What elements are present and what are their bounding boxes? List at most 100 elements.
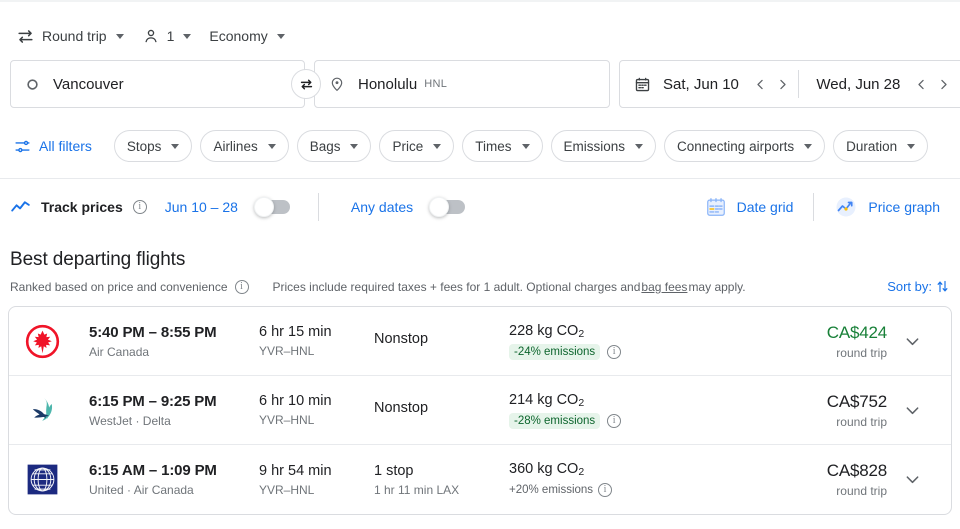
table-row[interactable]: 5:40 PM – 8:55 PM Air Canada 6 hr 15 min… [9,307,951,376]
chevron-left-icon [918,79,924,89]
departure-date-next-button[interactable] [771,71,793,97]
track-prices-label: Track prices [41,199,123,215]
emissions-subscript: 2 [578,327,585,340]
table-row[interactable]: 6:15 AM – 1:09 PM United · Air Canada 9 … [9,445,951,514]
emissions-badge-row: -24% emissions i [509,343,769,360]
chip-label: Price [392,138,424,154]
flight-results-list: 5:40 PM – 8:55 PM Air Canada 6 hr 15 min… [8,306,952,515]
filter-chip-emissions[interactable]: Emissions [550,130,657,162]
origin-value: Vancouver [53,75,124,93]
results-subline: Ranked based on price and convenience i … [10,279,950,294]
date-grid-icon [705,196,727,218]
flight-expand-cell [887,324,937,358]
swap-origin-destination-button[interactable] [291,69,321,99]
filter-chip-price[interactable]: Price [379,130,455,162]
filters-bar: All filters Stops Airlines Bags Price Ti… [0,114,960,162]
track-prices-group: Track prices i Jun 10 – 28 Any dates [10,193,466,221]
filter-chip-airlines[interactable]: Airlines [200,130,289,162]
sort-arrows-icon [935,279,950,294]
flight-price-cell: CA$424 round trip [769,323,887,360]
cabin-class-label: Economy [209,28,268,44]
all-filters-button[interactable]: All filters [10,132,100,161]
chip-label: Airlines [213,138,258,154]
emissions-badge-row: -28% emissions i [509,412,769,429]
chevron-down-icon [906,406,918,414]
expand-flight-button[interactable] [895,393,929,427]
flight-carrier: Air Canada [89,344,150,359]
chip-label: Bags [309,138,341,154]
passengers-selector[interactable]: 1 [136,22,198,50]
toggle-knob [429,197,450,217]
expand-flight-button[interactable] [895,324,929,358]
origin-field[interactable]: Vancouver [10,60,305,108]
flight-emissions-cell: 360 kg CO2 +20% emissions i [509,461,769,498]
map-pin-icon [329,76,345,92]
window-top-edge [0,0,960,2]
chip-label: Stops [126,138,162,154]
chevron-down-icon [171,143,180,149]
flight-price-type: round trip [836,414,887,429]
flight-emissions-cell: 214 kg CO2 -28% emissions i [509,392,769,429]
destination-field[interactable]: Honolulu HNL [314,60,610,108]
table-row[interactable]: 6:15 PM – 9:25 PM WestJet · Delta 6 hr 1… [9,376,951,445]
flight-route: YVR–HNL [259,413,315,427]
swap-arrows-icon [300,79,312,89]
emissions-subscript: 2 [578,396,585,409]
return-date-prev-button[interactable] [910,71,932,97]
passenger-count-label: 1 [166,28,175,44]
ranked-info-icon[interactable]: i [234,279,249,294]
flight-stops-cell: Nonstop [374,331,509,351]
any-dates-toggle[interactable] [429,197,466,217]
origin-destination-pair: Vancouver Honolulu HNL [10,60,610,108]
date-grid-button[interactable]: Date grid [695,190,804,224]
tools-divider [813,193,815,221]
price-graph-button[interactable]: Price graph [824,189,950,225]
price-note-suffix: may apply. [688,279,746,294]
circle-outline-icon [25,77,40,92]
filter-chip-stops[interactable]: Stops [113,130,193,162]
bag-fees-link[interactable]: bag fees [641,280,687,294]
flight-times: 5:40 PM – 8:55 PM [89,323,217,341]
emissions-info-icon[interactable]: i [598,483,613,497]
results-header: Best departing flights Ranked based on p… [0,235,960,294]
flight-stops-cell: Nonstop [374,400,509,420]
sort-by-button[interactable]: Sort by: [887,279,950,294]
price-note-prefix: Prices include required taxes + fees for… [272,279,641,294]
flight-expand-cell [887,463,937,497]
flight-carrier: WestJet · Delta [89,413,171,428]
airline-logo-cell [25,324,89,359]
flight-duration: 9 hr 54 min [259,462,332,479]
emissions-info-icon[interactable]: i [607,344,622,359]
chip-label: Connecting airports [677,138,795,154]
destination-airport-code: HNL [424,78,448,90]
chevron-down-icon [267,143,276,149]
track-date-range-toggle[interactable] [253,197,290,217]
flight-times-cell: 5:40 PM – 8:55 PM Air Canada [89,324,259,359]
trip-type-selector[interactable]: Round trip [10,22,130,51]
filter-chip-bags[interactable]: Bags [296,130,372,162]
emissions-value: 360 kg CO [509,461,579,477]
emissions-subscript: 2 [578,466,585,478]
flight-stops: 1 stop [374,462,414,479]
chevron-down-icon [635,143,644,149]
emissions-info-icon[interactable]: i [607,413,622,428]
return-date-next-button[interactable] [933,71,955,97]
filter-chip-duration[interactable]: Duration [833,130,929,162]
cabin-class-selector[interactable]: Economy [203,23,290,49]
trending-line-icon [10,197,31,218]
departure-date-prev-button[interactable] [749,71,771,97]
filter-chip-times[interactable]: Times [462,130,543,162]
expand-flight-button[interactable] [895,463,929,497]
view-tools-group: Date grid Price graph [695,189,950,225]
flight-duration-cell: 6 hr 10 min YVR–HNL [259,393,374,427]
track-prices-info-icon[interactable]: i [132,200,147,214]
chevron-down-icon [350,143,359,149]
flight-duration-cell: 6 hr 15 min YVR–HNL [259,324,374,358]
flight-carrier: United · Air Canada [89,483,194,497]
filter-chip-connecting-airports[interactable]: Connecting airports [664,130,826,162]
flight-emissions-cell: 228 kg CO2 -24% emissions i [509,323,769,360]
flight-route: YVR–HNL [259,344,315,358]
price-graph-label: Price graph [868,199,940,215]
airline-logo-cell [25,462,89,497]
date-range-field[interactable]: Sat, Jun 10 Wed, Jun 28 [619,60,960,108]
